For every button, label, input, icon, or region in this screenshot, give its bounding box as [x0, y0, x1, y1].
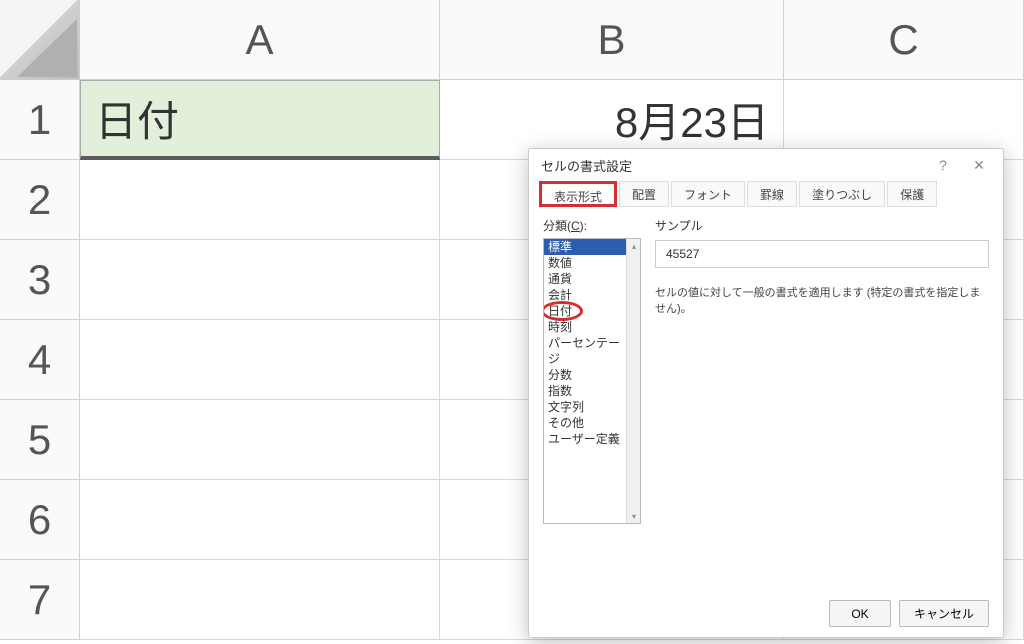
cell-a3[interactable]	[80, 240, 440, 320]
dialog-tabs: 表示形式配置フォント罫線塗りつぶし保護	[529, 181, 1003, 207]
category-item-2[interactable]: 通貨	[544, 271, 626, 287]
row-header-6[interactable]: 6	[0, 480, 80, 560]
category-item-9[interactable]: 文字列	[544, 399, 626, 415]
category-item-0[interactable]: 標準	[544, 239, 626, 255]
column-header-b[interactable]: B	[440, 0, 784, 80]
category-item-3[interactable]: 会計	[544, 287, 626, 303]
category-item-4[interactable]: 日付	[544, 303, 626, 319]
help-icon[interactable]: ?	[925, 151, 961, 179]
tab-0[interactable]: 表示形式	[539, 181, 617, 207]
column-headers: ABC	[80, 0, 1024, 80]
row-header-4[interactable]: 4	[0, 320, 80, 400]
category-listbox[interactable]: 標準数値通貨会計日付時刻パーセンテージ分数指数文字列その他ユーザー定義 ▴ ▾	[543, 238, 641, 524]
category-item-1[interactable]: 数値	[544, 255, 626, 271]
cell-a2[interactable]	[80, 160, 440, 240]
category-item-11[interactable]: ユーザー定義	[544, 431, 626, 447]
close-icon[interactable]: ✕	[961, 151, 997, 179]
category-section: 分類(C): 標準数値通貨会計日付時刻パーセンテージ分数指数文字列その他ユーザー…	[543, 217, 641, 524]
cell-a1[interactable]: 日付	[80, 80, 440, 160]
format-cells-dialog: セルの書式設定 ? ✕ 表示形式配置フォント罫線塗りつぶし保護 分類(C): 標…	[528, 148, 1004, 638]
scroll-down-icon[interactable]: ▾	[627, 509, 641, 523]
row-header-1[interactable]: 1	[0, 80, 80, 160]
cell-a4[interactable]	[80, 320, 440, 400]
cell-a6[interactable]	[80, 480, 440, 560]
category-label: 分類(C):	[543, 217, 641, 234]
sample-description: セルの値に対して一般の書式を適用します (特定の書式を指定しません)。	[655, 284, 989, 316]
sample-value: 45527	[655, 240, 989, 268]
dialog-titlebar[interactable]: セルの書式設定 ? ✕	[529, 149, 1003, 181]
row-header-5[interactable]: 5	[0, 400, 80, 480]
cell-a5[interactable]	[80, 400, 440, 480]
tab-1[interactable]: 配置	[619, 181, 669, 207]
cancel-button[interactable]: キャンセル	[899, 600, 989, 627]
annotation-circle	[543, 301, 583, 321]
category-item-5[interactable]: 時刻	[544, 319, 626, 335]
row-header-2[interactable]: 2	[0, 160, 80, 240]
row-headers: 1234567	[0, 80, 80, 640]
sample-section: サンプル 45527 セルの値に対して一般の書式を適用します (特定の書式を指定…	[655, 217, 989, 524]
column-header-c[interactable]: C	[784, 0, 1024, 80]
ok-button[interactable]: OK	[829, 600, 891, 627]
dialog-title: セルの書式設定	[541, 156, 632, 175]
category-item-8[interactable]: 指数	[544, 383, 626, 399]
listbox-scrollbar[interactable]: ▴ ▾	[626, 239, 640, 523]
row-header-7[interactable]: 7	[0, 560, 80, 640]
category-item-6[interactable]: パーセンテージ	[544, 335, 626, 367]
tab-5[interactable]: 保護	[887, 181, 937, 207]
category-item-7[interactable]: 分数	[544, 367, 626, 383]
scroll-up-icon[interactable]: ▴	[627, 239, 641, 253]
dialog-body: 分類(C): 標準数値通貨会計日付時刻パーセンテージ分数指数文字列その他ユーザー…	[529, 207, 1003, 524]
column-header-a[interactable]: A	[80, 0, 440, 80]
row-header-3[interactable]: 3	[0, 240, 80, 320]
tab-2[interactable]: フォント	[671, 181, 745, 207]
category-item-10[interactable]: その他	[544, 415, 626, 431]
cell-a7[interactable]	[80, 560, 440, 640]
dialog-footer: OK キャンセル	[829, 600, 989, 627]
tab-4[interactable]: 塗りつぶし	[799, 181, 885, 207]
tab-3[interactable]: 罫線	[747, 181, 797, 207]
sample-label: サンプル	[655, 217, 989, 234]
select-all-corner[interactable]	[0, 0, 80, 80]
